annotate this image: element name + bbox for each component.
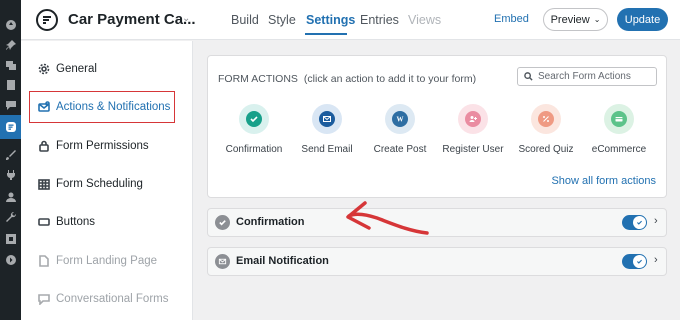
active-tab-indicator	[305, 33, 347, 35]
add-user-icon	[465, 111, 481, 127]
action-confirmation[interactable]: Confirmation	[218, 104, 290, 155]
embed-link[interactable]: Embed	[494, 13, 529, 25]
action-ecommerce[interactable]: eCommerce	[583, 104, 655, 155]
sidebar-item-label: Conversational Forms	[56, 293, 169, 305]
email-notification-toggle[interactable]	[622, 254, 647, 269]
form-actions-heading: FORM ACTIONS (click an action to add it t…	[218, 73, 476, 85]
percent-icon	[538, 111, 554, 127]
form-actions-panel: FORM ACTIONS (click an action to add it t…	[207, 55, 667, 198]
sidebar-item-label: Form Scheduling	[56, 178, 143, 190]
confirmation-toggle[interactable]	[622, 215, 647, 230]
chat-icon	[37, 293, 50, 306]
button-icon	[37, 216, 50, 229]
pages-icon[interactable]	[4, 78, 17, 91]
action-row-email-notification[interactable]: Email Notification ›	[207, 247, 667, 276]
search-form-actions[interactable]	[517, 67, 657, 86]
action-label: Create Post	[373, 144, 427, 155]
check-icon	[633, 255, 646, 268]
formidable-logo-icon[interactable]	[36, 9, 58, 31]
sidebar-item-conversational-forms[interactable]: Conversational Forms	[21, 285, 193, 313]
tab-settings[interactable]: Settings	[306, 13, 355, 27]
pin-icon[interactable]	[4, 38, 17, 51]
dashboard-icon[interactable]	[4, 18, 17, 31]
sidebar-item-label: Buttons	[56, 216, 95, 228]
action-label: Register User	[442, 144, 504, 155]
chevron-right-icon[interactable]: ›	[654, 254, 658, 266]
search-input[interactable]	[538, 71, 656, 82]
envelope-icon	[215, 254, 230, 269]
action-row-confirmation[interactable]: Confirmation ›	[207, 208, 667, 237]
preview-button[interactable]: Preview ⌄	[543, 8, 608, 31]
sidebar-item-form-permissions[interactable]: Form Permissions	[21, 132, 193, 160]
action-register-user[interactable]: Register User	[437, 104, 509, 155]
action-label: Confirmation	[225, 144, 283, 155]
calendar-icon	[37, 178, 50, 191]
tab-entries[interactable]: Entries	[360, 13, 399, 27]
sidebar-item-buttons[interactable]: Buttons	[21, 208, 193, 236]
tab-views[interactable]: Views	[408, 13, 441, 27]
action-label: Send Email	[301, 144, 353, 155]
highlight-box	[29, 91, 175, 123]
card-icon	[611, 111, 627, 127]
sidebar-item-form-scheduling[interactable]: Form Scheduling	[21, 170, 193, 198]
users-icon[interactable]	[4, 190, 17, 203]
tab-style[interactable]: Style	[268, 13, 296, 27]
check-icon	[633, 216, 646, 229]
comments-icon[interactable]	[4, 98, 17, 111]
tools-icon[interactable]	[4, 210, 17, 223]
svg-text:W: W	[397, 116, 404, 124]
wp-admin-menu	[0, 0, 21, 320]
chevron-right-icon[interactable]: ›	[654, 215, 658, 227]
collapse-icon[interactable]	[4, 253, 17, 266]
top-bar: Car Payment Ca... ⌄ Build Style Settings…	[21, 0, 680, 40]
form-actions-title: FORM ACTIONS	[218, 73, 298, 85]
show-all-form-actions-link[interactable]: Show all form actions	[551, 175, 656, 187]
page-icon	[37, 255, 50, 268]
gear-icon	[37, 63, 50, 76]
search-icon	[524, 72, 533, 81]
media-icon[interactable]	[4, 58, 17, 71]
chevron-down-icon: ⌄	[593, 15, 601, 24]
check-icon	[215, 215, 230, 230]
sidebar-item-label: General	[56, 63, 97, 75]
sidebar-item-label: Form Permissions	[56, 140, 149, 152]
annotation-arrow-icon	[346, 201, 429, 235]
action-label: eCommerce	[591, 144, 647, 155]
appearance-icon[interactable]	[4, 148, 17, 161]
check-icon	[246, 111, 262, 127]
action-row-label: Confirmation	[236, 216, 305, 228]
envelope-icon	[319, 111, 335, 127]
forms-icon[interactable]	[0, 115, 21, 139]
sidebar-item-general[interactable]: General	[21, 55, 193, 83]
lock-icon	[37, 140, 50, 153]
settings-sidebar: General Actions & Notifications Form Per…	[21, 41, 193, 320]
wordpress-icon: W	[392, 111, 408, 127]
action-label: Scored Quiz	[518, 144, 574, 155]
action-create-post[interactable]: W Create Post	[364, 104, 436, 155]
preview-label: Preview	[550, 13, 590, 26]
form-actions-subheading: (click an action to add it to your form)	[303, 73, 477, 85]
form-title[interactable]: Car Payment Ca...	[68, 11, 196, 28]
tab-build[interactable]: Build	[231, 13, 259, 27]
plugins-icon[interactable]	[4, 168, 17, 181]
sidebar-item-form-landing-page[interactable]: Form Landing Page	[21, 247, 193, 275]
chevron-down-icon[interactable]: ⌄	[182, 13, 190, 24]
action-scored-quiz[interactable]: Scored Quiz	[510, 104, 582, 155]
action-row-label: Email Notification	[236, 255, 329, 267]
settings-icon[interactable]	[4, 232, 17, 245]
update-button[interactable]: Update	[617, 8, 668, 31]
action-send-email[interactable]: Send Email	[291, 104, 363, 155]
sidebar-item-label: Form Landing Page	[56, 255, 158, 267]
